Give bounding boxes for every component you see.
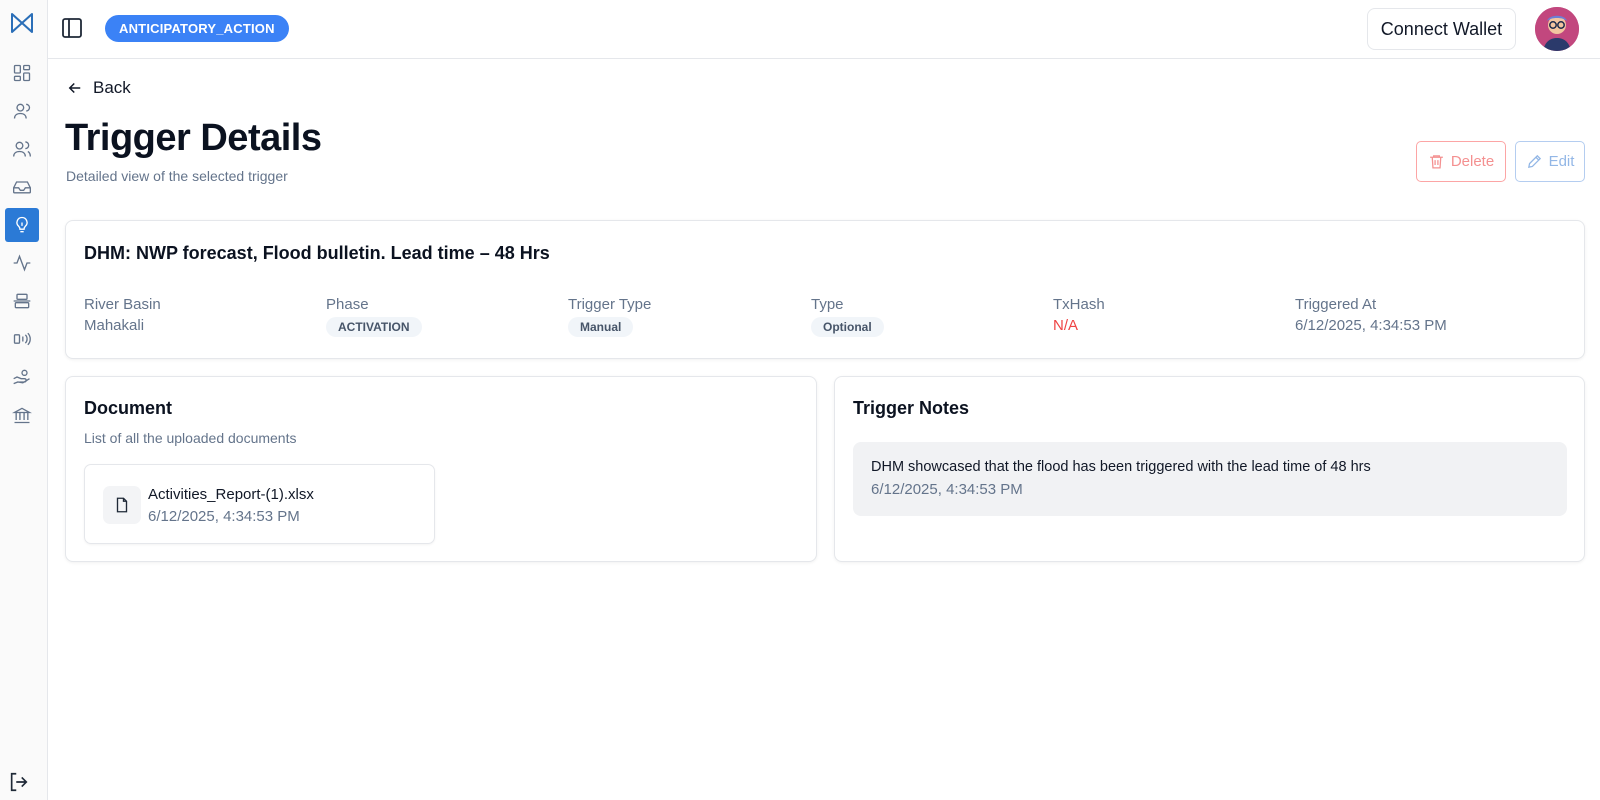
sidebar-item-funds[interactable] bbox=[5, 398, 39, 432]
trigger-type-label: Trigger Type bbox=[568, 296, 652, 313]
trigger-type-badge: Manual bbox=[568, 317, 634, 337]
document-description: List of all the uploaded documents bbox=[84, 430, 297, 446]
back-label: Back bbox=[93, 78, 131, 97]
note-date: 6/12/2025, 4:34:53 PM bbox=[871, 481, 1023, 498]
logo-icon bbox=[11, 13, 33, 33]
dashboard-icon bbox=[13, 64, 31, 82]
sidebar-item-dashboard[interactable] bbox=[5, 56, 39, 90]
bank-icon bbox=[12, 407, 32, 424]
sidebar-item-beneficiaries[interactable] bbox=[5, 94, 39, 128]
sidebar bbox=[0, 0, 48, 800]
sidebar-item-inbox[interactable] bbox=[5, 170, 39, 204]
logout-button[interactable] bbox=[7, 770, 31, 794]
activity-icon bbox=[13, 254, 31, 272]
river-basin-value: Mahakali bbox=[84, 317, 145, 334]
triggered-at-value: 6/12/2025, 4:34:53 PM bbox=[1295, 317, 1447, 334]
trigger-summary-card: DHM: NWP forecast, Flood bulletin. Lead … bbox=[65, 220, 1585, 359]
field-trigger-type: Trigger Type Manual bbox=[568, 296, 651, 337]
field-type: Type Optional bbox=[811, 296, 884, 337]
users-icon bbox=[13, 141, 31, 157]
pencil-icon bbox=[1527, 154, 1541, 168]
field-phase: Phase ACTIVATION bbox=[326, 296, 422, 337]
file-icon bbox=[116, 497, 128, 513]
panel-left-icon bbox=[62, 18, 82, 38]
phase-label: Phase bbox=[326, 296, 369, 313]
river-basin-label: River Basin bbox=[84, 296, 161, 313]
document-item[interactable]: Activities_Report-(1).xlsx 6/12/2025, 4:… bbox=[84, 464, 435, 544]
txhash-value: N/A bbox=[1053, 317, 1079, 334]
sidebar-item-groups[interactable] bbox=[5, 132, 39, 166]
field-triggered-at: Triggered At 6/12/2025, 4:34:53 PM bbox=[1295, 296, 1447, 334]
avatar[interactable] bbox=[1535, 7, 1579, 51]
triggered-at-label: Triggered At bbox=[1295, 296, 1377, 313]
document-name: Activities_Report-(1).xlsx bbox=[148, 486, 314, 503]
page-title: Trigger Details bbox=[65, 117, 322, 159]
document-heading: Document bbox=[84, 398, 173, 418]
sidebar-item-stakeholders[interactable] bbox=[5, 284, 39, 318]
edit-button[interactable]: Edit bbox=[1515, 141, 1585, 182]
edit-label: Edit bbox=[1548, 153, 1575, 170]
sidebar-item-activities[interactable] bbox=[5, 246, 39, 280]
inbox-icon bbox=[13, 181, 31, 194]
note-item: DHM showcased that the flood has been tr… bbox=[853, 442, 1567, 516]
notes-heading: Trigger Notes bbox=[853, 398, 970, 418]
trigger-notes-card: Trigger Notes DHM showcased that the flo… bbox=[834, 376, 1585, 562]
phase-badge: ACTIVATION bbox=[326, 317, 422, 337]
project-badge: ANTICIPATORY_ACTION bbox=[105, 15, 289, 42]
delete-button[interactable]: Delete bbox=[1416, 141, 1506, 182]
document-date: 6/12/2025, 4:34:53 PM bbox=[148, 508, 300, 525]
page-subtitle: Detailed view of the selected trigger bbox=[66, 168, 288, 184]
back-link[interactable]: Back bbox=[66, 78, 131, 98]
type-badge: Optional bbox=[811, 317, 884, 337]
file-icon-wrapper bbox=[103, 486, 141, 524]
field-txhash: TxHash N/A bbox=[1053, 296, 1105, 334]
align-center-icon bbox=[13, 293, 31, 309]
delete-label: Delete bbox=[1450, 153, 1495, 170]
sidebar-item-triggers[interactable] bbox=[5, 208, 39, 242]
note-text: DHM showcased that the flood has been tr… bbox=[871, 459, 1371, 475]
txhash-label: TxHash bbox=[1053, 296, 1105, 313]
lightbulb-icon bbox=[16, 216, 28, 233]
sidebar-item-communications[interactable] bbox=[5, 322, 39, 356]
avatar-icon bbox=[1535, 7, 1579, 51]
type-label: Type bbox=[811, 296, 844, 313]
app-logo[interactable] bbox=[9, 11, 35, 35]
sidebar-item-payouts[interactable] bbox=[5, 360, 39, 394]
signal-icon bbox=[13, 332, 31, 346]
logout-icon bbox=[10, 772, 28, 792]
arrow-left-icon bbox=[68, 82, 81, 94]
top-header: ANTICIPATORY_ACTION Connect Wallet bbox=[48, 0, 1600, 59]
user-icon bbox=[13, 103, 31, 119]
trash-icon bbox=[1429, 155, 1443, 169]
sidebar-toggle-button[interactable] bbox=[60, 16, 84, 40]
document-card: Document List of all the uploaded docume… bbox=[65, 376, 817, 562]
hand-coins-icon bbox=[13, 369, 30, 385]
connect-wallet-button[interactable]: Connect Wallet bbox=[1367, 8, 1516, 50]
trigger-title: DHM: NWP forecast, Flood bulletin. Lead … bbox=[84, 243, 550, 263]
field-river-basin: River Basin Mahakali bbox=[84, 296, 161, 334]
